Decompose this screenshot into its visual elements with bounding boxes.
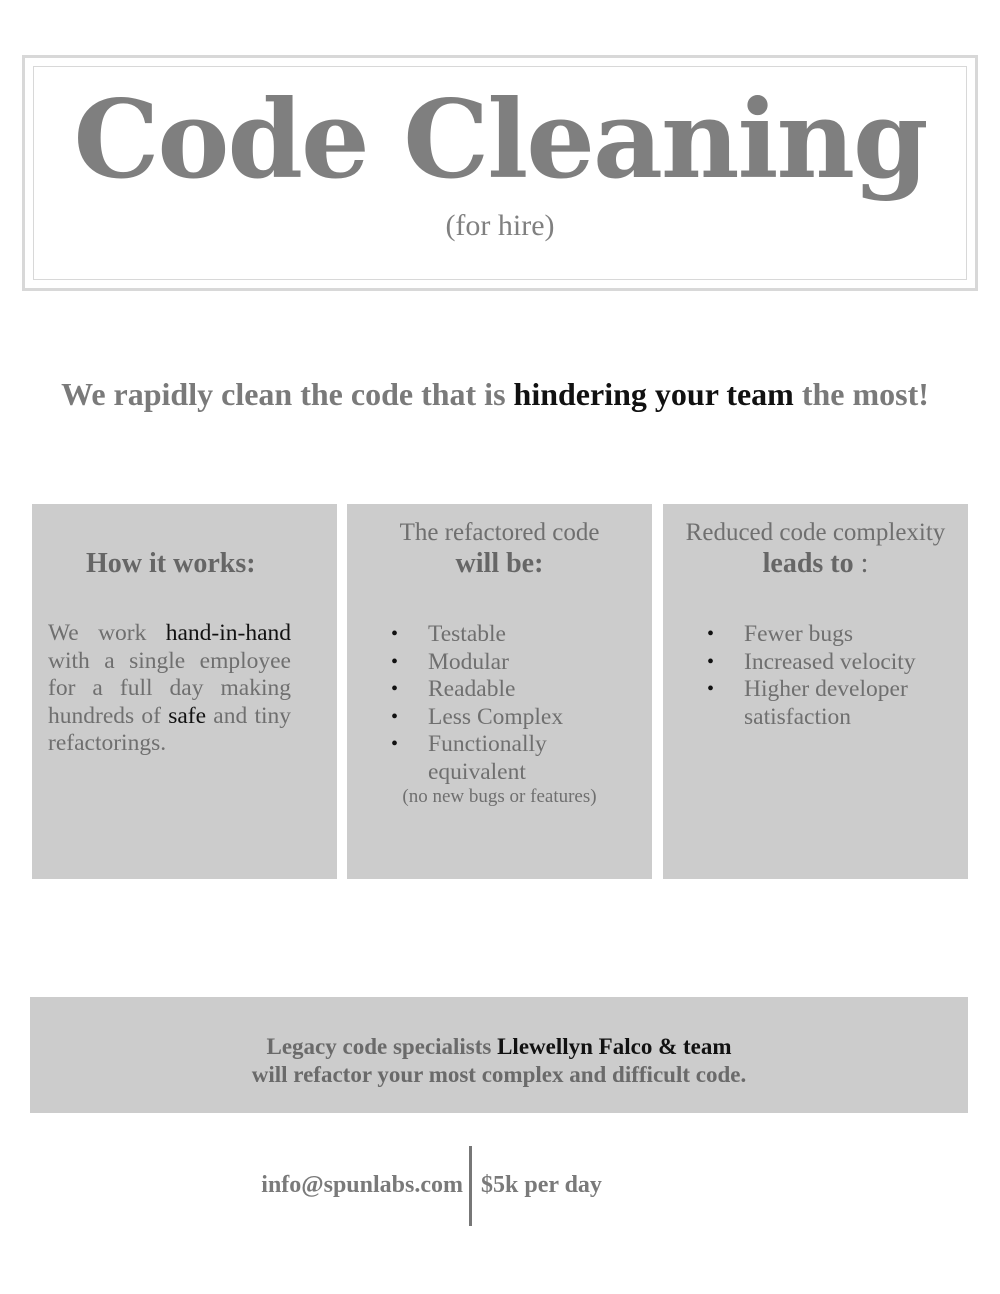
list-item: Fewer bugs — [707, 621, 957, 649]
price-text: $5k per day — [481, 1172, 602, 1198]
refactored-heading: will be: — [455, 548, 544, 579]
how-it-works-heading: How it works: — [86, 548, 256, 579]
refactored-list: Testable Modular Readable Less Complex F… — [391, 621, 631, 786]
refactored-pre-heading: The refactored code — [399, 519, 600, 546]
title-box: Code Cleaning (for hire) — [22, 55, 978, 291]
specialists-banner: Legacy code specialists Llewellyn Falco … — [30, 997, 968, 1113]
banner-names: Llewellyn Falco & team — [497, 1034, 732, 1059]
list-item: Less Complex — [391, 704, 631, 732]
list-item: Testable — [391, 621, 631, 649]
tagline-emphasis: hindering your team — [513, 376, 794, 412]
how-body-1: We work — [48, 620, 166, 646]
reduced-heading-text: leads to — [762, 548, 854, 579]
reduced-heading-suffix: : — [853, 548, 869, 579]
tagline-part2: the most! — [793, 376, 929, 412]
banner-line1-a: Legacy code specialists — [266, 1034, 498, 1059]
reduced-pre-heading: Reduced code complexity — [685, 519, 946, 546]
reduced-list: Fewer bugs Increased velocity Higher dev… — [707, 621, 957, 731]
contact-divider — [469, 1146, 472, 1226]
list-item: Readable — [391, 676, 631, 704]
reduced-complexity-panel: Reduced code complexity leads to : Fewer… — [663, 504, 968, 879]
tagline: We rapidly clean the code that is hinder… — [0, 374, 990, 414]
list-item: Functionally equivalent — [391, 731, 631, 786]
contact-email[interactable]: info@spunlabs.com — [261, 1170, 463, 1200]
list-item: Higher developer satisfaction — [707, 676, 957, 731]
refactored-note: (no new bugs or features) — [402, 786, 597, 807]
refactored-code-panel: The refactored code will be: Testable Mo… — [347, 504, 652, 879]
list-item: Modular — [391, 649, 631, 677]
banner-line-2: will refactor your most complex and diff… — [251, 1062, 747, 1087]
banner-line-1: Legacy code specialists Llewellyn Falco … — [30, 1033, 968, 1061]
how-body-emphasis-1: hand-in-hand — [165, 620, 291, 646]
page-subtitle: (for hire) — [445, 209, 555, 242]
reduced-heading: leads to : — [663, 547, 968, 581]
how-it-works-body: We work hand-in-hand with a single emplo… — [48, 620, 291, 758]
how-body-emphasis-2: safe — [168, 702, 207, 729]
how-it-works-panel: How it works: We work hand-in-hand with … — [32, 504, 337, 879]
tagline-part1: We rapidly clean the code that is — [61, 376, 514, 412]
list-item: Increased velocity — [707, 649, 957, 677]
page-title: Code Cleaning — [73, 77, 928, 203]
